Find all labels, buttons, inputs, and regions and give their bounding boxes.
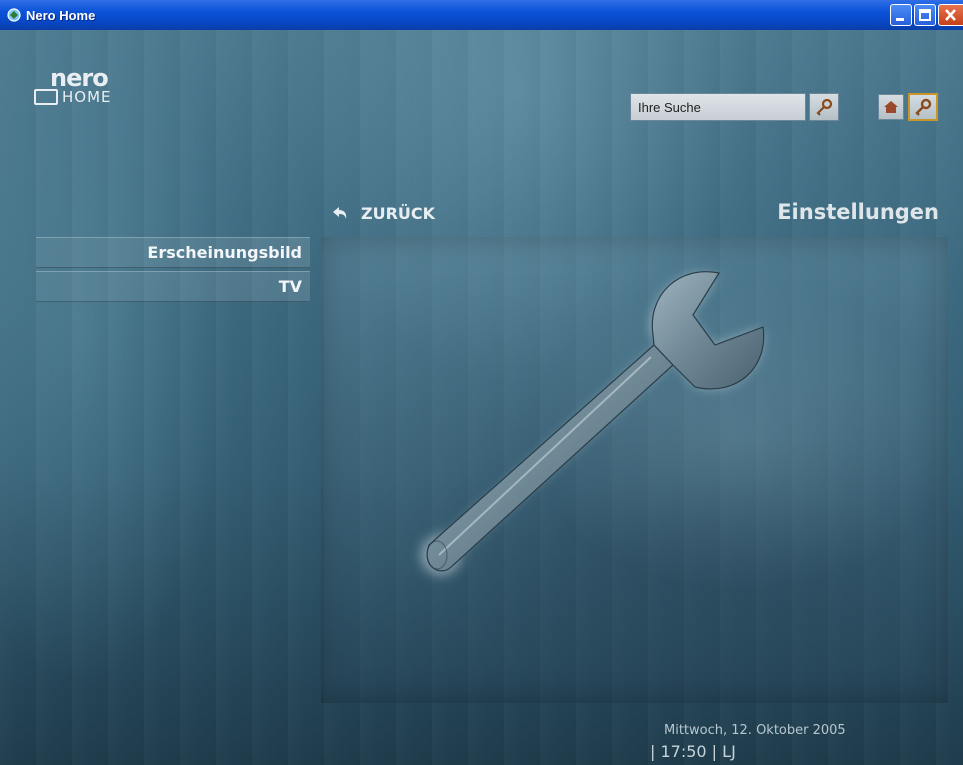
date-display: Mittwoch, 12. Oktober 2005 <box>664 723 846 738</box>
page-title: Einstellungen <box>777 200 939 224</box>
nero-app-icon <box>7 8 21 22</box>
main-content: nero HOME ZURÜCK <box>0 30 963 765</box>
time-display: | 17:50 | LJ <box>650 742 736 761</box>
wrench-illustration <box>421 271 765 575</box>
back-label: ZURÜCK <box>361 204 436 223</box>
minimize-icon <box>896 18 904 21</box>
nero-home-window: Nero Home nero HOME Ihre Suche ZURÜCK Ei… <box>0 0 963 765</box>
search-input[interactable] <box>630 93 806 121</box>
menu-item-appearance[interactable]: Erscheinungsbild <box>36 237 310 268</box>
close-icon <box>945 9 956 21</box>
wrench-icon <box>915 98 932 116</box>
maximize-button[interactable] <box>914 4 936 26</box>
window-title: Nero Home <box>26 8 96 23</box>
logo-product: HOME <box>62 88 112 106</box>
nero-home-logo: nero HOME <box>28 64 138 114</box>
home-icon <box>884 101 898 113</box>
minimize-button[interactable] <box>890 4 912 26</box>
search-button[interactable] <box>809 93 839 121</box>
tv-icon <box>34 89 58 105</box>
back-arrow-icon <box>333 207 347 219</box>
settings-panel <box>321 237 948 703</box>
settings-menu: Erscheinungsbild TV <box>36 237 310 305</box>
menu-item-tv[interactable]: TV <box>36 271 310 302</box>
settings-button[interactable] <box>908 93 938 121</box>
title-bar[interactable]: Nero Home <box>0 0 963 30</box>
home-button[interactable] <box>878 94 904 120</box>
search-key-icon <box>816 98 833 116</box>
maximize-icon <box>919 9 931 21</box>
close-button[interactable] <box>938 4 963 26</box>
